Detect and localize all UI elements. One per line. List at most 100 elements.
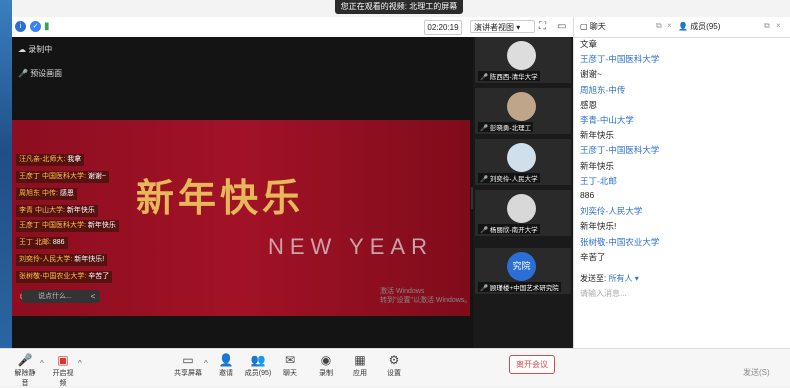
share-banner: 您正在观看的视频: 北理工的屏幕 <box>335 0 463 14</box>
chat-input[interactable]: 请输入消息... <box>580 288 627 299</box>
danmaku-name: 周旭东 中传: <box>19 190 58 197</box>
leave-meeting-button[interactable]: 离开会议 <box>509 355 555 374</box>
fullscreen-icon[interactable]: ⛶ <box>539 21 546 32</box>
chat-button[interactable]: ✉ 聊天 <box>280 353 300 378</box>
tab-members-label: 成员(95) <box>690 22 721 31</box>
invite-button[interactable]: 👤 邀请 <box>213 353 239 378</box>
danmaku-name: 刘奕伶-人民大学: <box>19 256 73 263</box>
watermark-line: 激活 Windows 转到"设置"以激活 Windows。 <box>380 288 472 304</box>
mic-muted-icon: 🎤 <box>480 176 489 183</box>
record-button[interactable]: ◉ 录制 <box>316 353 336 378</box>
info-icon[interactable]: i <box>15 21 26 32</box>
participant-name: 🎤 刘奕伶-人民大学 <box>478 173 540 183</box>
chat-panel: ▢ 聊天 ⧉ × 👤 成员(95) ⧉ × 文章 王彦丁-中国医科大学 谢谢~ 周旭东… <box>573 17 790 348</box>
send-to-label: 发送至: <box>580 274 607 283</box>
participant-tile[interactable]: 🎤 陈西西-清华大学 <box>475 37 571 83</box>
popout-icon[interactable]: ⧉ <box>656 21 662 31</box>
bottom-toolbar: 🎤 解除静音 ^ ▣ 开启视频 ^ ▭ 共享屏幕 ^ 👤 邀请 👥 成员(95) ✉ 聊天 … <box>0 348 790 388</box>
danmaku-text: 886 <box>52 239 65 246</box>
participant-name-text: 杨丽欣-南开大学 <box>489 227 538 234</box>
avatar: 究院 <box>507 252 536 281</box>
participant-tile[interactable]: 🎤 彭晓勇-北理工 <box>475 88 571 134</box>
signal-icon[interactable]: ▮ <box>44 21 50 32</box>
danmaku-item: 刘奕伶-人民大学: 新年快乐! <box>16 254 108 266</box>
speaker-label-text: 预设画面 <box>30 69 63 78</box>
participant-tile[interactable]: 🎤 杨丽欣-南开大学 <box>475 190 571 236</box>
speaker-label: 🎤 预设画面 <box>18 69 63 78</box>
invite-label: 邀请 <box>219 370 233 377</box>
chat-icon: ✉ <box>284 353 296 367</box>
mic-muted-icon: 🎤 <box>17 353 33 367</box>
participant-panel: 🎤 陈西西-清华大学 🎤 彭晓勇-北理工 🎤 刘奕伶-人民大学 🎤 杨丽欣-南开大学究… <box>473 37 573 348</box>
layout-icon[interactable]: ▭ <box>557 21 566 32</box>
participant-tile[interactable]: 究院 🎤 顾瑾楼+中国艺术研究院 <box>475 248 571 294</box>
danmaku-item: 周旭东 中传: 感恩 <box>16 188 77 200</box>
participant-name: 🎤 顾瑾楼+中国艺术研究院 <box>478 282 561 292</box>
chat-message: 文章 <box>580 39 598 49</box>
mic-label: 解除静音 <box>14 370 36 387</box>
share-button[interactable]: ▭ 共享屏幕 <box>174 353 202 378</box>
chat-message: 新年快乐 <box>580 160 615 171</box>
chat-message: 谢谢~ <box>580 69 602 80</box>
mic-options-icon[interactable]: ^ <box>40 359 44 368</box>
popout-icon-2[interactable]: ⧉ <box>764 21 770 31</box>
view-label: 演讲者视图 <box>474 23 514 32</box>
video-label: 开启视频 <box>52 370 74 387</box>
tab-chat[interactable]: ▢ 聊天 <box>580 21 606 32</box>
record-icon: ◉ <box>320 353 332 367</box>
participant-name: 🎤 杨丽欣-南开大学 <box>478 224 540 234</box>
danmaku-name: 王彦丁 中国医科大学: <box>19 222 86 229</box>
chat-tabs: ▢ 聊天 ⧉ × 👤 成员(95) ⧉ × <box>574 17 790 38</box>
chat-message: 新年快乐! <box>580 221 617 232</box>
view-switch-button[interactable]: 演讲者视图 ▾ <box>470 20 535 33</box>
desktop-edge <box>0 0 12 384</box>
participant-name-text: 刘奕伶-人民大学 <box>489 176 538 183</box>
gear-icon: ⚙ <box>388 353 400 367</box>
tab-members[interactable]: 👤 成员(95) <box>678 21 720 32</box>
chat-message: 感恩 <box>580 99 598 110</box>
tab-chat-label: 聊天 <box>589 22 606 31</box>
chat-message: 辛苦了 <box>580 251 606 262</box>
danmaku-item: 李青 中山大学: 新年快乐 <box>16 205 98 217</box>
mic-muted-icon: 🎤 <box>480 227 489 234</box>
video-subtitle: NEW YEAR <box>268 234 433 259</box>
members-button[interactable]: 👥 成员(95) <box>244 353 272 378</box>
danmaku-text: 我拿 <box>67 156 82 163</box>
chat-sender: 李青-中山大学 <box>580 115 634 125</box>
collapse-button[interactable]: < <box>87 290 99 303</box>
participant-name-text: 陈西西-清华大学 <box>489 74 538 81</box>
chat-sender: 王丁-北邮 <box>580 175 617 186</box>
danmaku-text: 新年快乐! <box>74 256 105 263</box>
danmaku-name: 汪凡亲-北师大: <box>19 156 66 163</box>
participant-tile[interactable]: 🎤 刘奕伶-人民大学 <box>475 139 571 185</box>
share-label: 共享屏幕 <box>174 370 202 377</box>
send-button[interactable]: 发送(S) <box>743 367 770 378</box>
danmaku-name: 李青 中山大学: <box>19 207 65 214</box>
danmaku-item: 王彦丁 中国医科大学: 谢谢~ <box>16 171 109 183</box>
participant-name-text: 顾瑾楼+中国艺术研究院 <box>489 285 559 292</box>
danmaku-item: 汪凡亲-北师大: 我拿 <box>16 154 85 166</box>
avatar <box>507 41 536 70</box>
chat-sender: 王彦丁-中国医科大学 <box>580 145 660 156</box>
close-icon[interactable]: × <box>667 21 672 30</box>
avatar <box>507 92 536 121</box>
send-to-select[interactable]: 所有人 <box>608 274 632 283</box>
video-options-icon[interactable]: ^ <box>78 359 82 368</box>
avatar <box>507 194 536 223</box>
apps-icon: ▦ <box>354 353 366 367</box>
mic-muted-icon: 🎤 <box>480 285 489 292</box>
apps-button[interactable]: ▦ 应用 <box>350 353 370 378</box>
share-options-icon[interactable]: ^ <box>204 359 208 368</box>
danmaku-text: 感恩 <box>59 190 74 197</box>
apps-label: 应用 <box>353 370 367 377</box>
close-icon-2[interactable]: × <box>776 21 781 30</box>
settings-label: 设置 <box>387 370 401 377</box>
settings-button[interactable]: ⚙ 设置 <box>384 353 404 378</box>
danmaku-text: 新年快乐 <box>87 222 116 229</box>
shield-icon[interactable]: ✓ <box>30 21 41 32</box>
participant-name-text: 彭晓勇-北理工 <box>489 125 532 132</box>
danmaku-item: 王丁 北邮: 886 <box>16 237 68 249</box>
danmaku-item: 张树敬-中国农业大学: 辛苦了 <box>16 271 113 283</box>
video-button[interactable]: ▣ 开启视频 <box>50 353 76 388</box>
mic-button[interactable]: 🎤 解除静音 <box>12 353 38 388</box>
